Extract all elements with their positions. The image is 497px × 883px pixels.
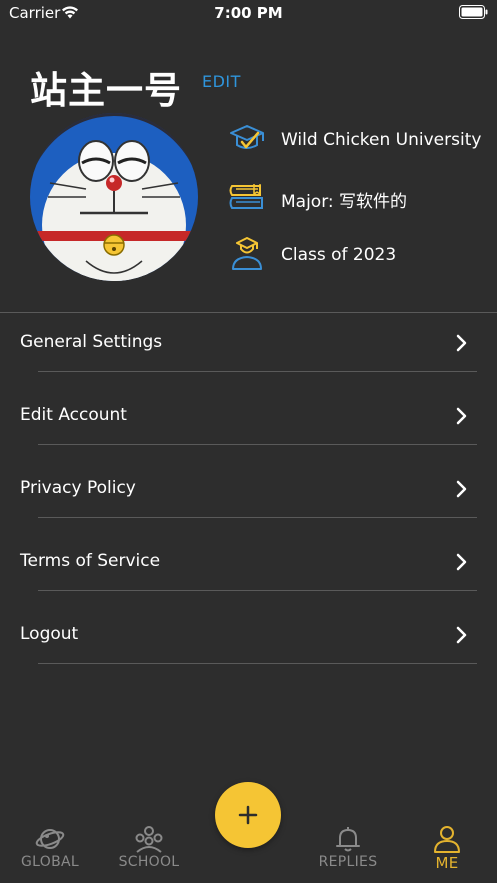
major-text: Major: 写软件的	[281, 192, 408, 212]
chevron-right-icon	[456, 626, 467, 644]
menu-divider	[38, 590, 477, 591]
avatar-image	[30, 113, 198, 281]
menu-divider	[38, 517, 477, 518]
menu-item-label: Terms of Service	[20, 551, 161, 571]
books-icon	[229, 184, 263, 209]
tab-label: REPLIES	[318, 854, 378, 870]
tab-label: GLOBAL	[21, 854, 79, 870]
class-year-text: Class of 2023	[281, 245, 397, 265]
menu-item-logout[interactable]: Logout	[0, 605, 497, 677]
menu-item-label: Privacy Policy	[20, 478, 136, 498]
profile-screen: Carrier 7:00 PM 站主一号 EDIT Wild Chicken U…	[0, 0, 497, 883]
menu-item-label: Edit Account	[20, 405, 127, 425]
avatar[interactable]	[30, 113, 198, 281]
status-time: 7:00 PM	[214, 4, 283, 22]
tab-replies[interactable]: REPLIES	[298, 820, 398, 880]
chevron-right-icon	[456, 407, 467, 425]
status-bar: Carrier 7:00 PM	[0, 0, 497, 26]
planet-icon	[35, 829, 65, 849]
group-icon	[135, 826, 163, 853]
university-name: Wild Chicken University	[281, 130, 482, 150]
menu-item-privacy-policy[interactable]: Privacy Policy	[0, 459, 497, 531]
tab-label: ME	[435, 854, 459, 872]
menu-divider	[38, 371, 477, 372]
edit-profile-link[interactable]: EDIT	[202, 72, 241, 91]
chevron-right-icon	[456, 553, 467, 571]
tab-me[interactable]: ME	[397, 820, 497, 880]
tab-global[interactable]: GLOBAL	[0, 820, 100, 880]
menu-divider	[38, 444, 477, 445]
bell-icon	[336, 827, 360, 852]
graduate-person-icon	[232, 237, 262, 270]
menu-item-label: Logout	[20, 624, 79, 644]
menu-item-edit-account[interactable]: Edit Account	[0, 386, 497, 458]
tab-school[interactable]: SCHOOL	[99, 820, 199, 880]
plus-icon	[238, 805, 258, 825]
person-icon	[434, 826, 460, 853]
chevron-right-icon	[456, 480, 467, 498]
menu-item-label: General Settings	[20, 332, 163, 352]
menu-divider	[38, 663, 477, 664]
graduation-cap-icon	[230, 125, 264, 149]
tab-label: SCHOOL	[118, 854, 180, 870]
chevron-right-icon	[456, 334, 467, 352]
new-post-button[interactable]	[215, 782, 281, 848]
menu-item-general-settings[interactable]: General Settings	[0, 313, 497, 385]
battery-icon	[459, 5, 488, 19]
username: 站主一号	[30, 69, 182, 112]
menu-item-terms-of-service[interactable]: Terms of Service	[0, 532, 497, 604]
